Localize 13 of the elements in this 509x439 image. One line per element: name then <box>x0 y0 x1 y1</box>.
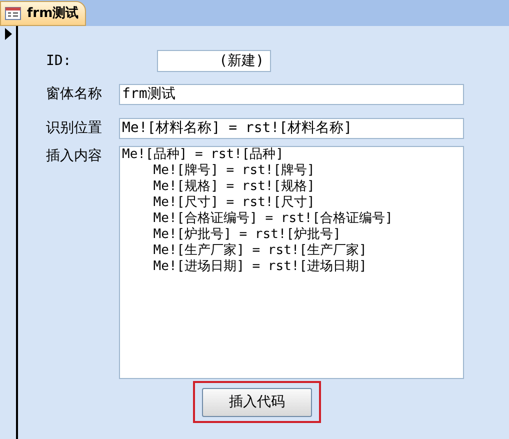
field-label: 识别位置 <box>46 118 103 138</box>
id-field[interactable]: (新建) <box>157 50 271 72</box>
form-tab[interactable]: frm测试 <box>0 1 86 26</box>
field-label: 窗体名称 <box>46 84 103 104</box>
form-icon <box>5 7 21 20</box>
text-field[interactable]: frm测试 <box>119 84 464 104</box>
field-label: 插入内容 <box>46 147 103 166</box>
tab-title: frm测试 <box>27 4 79 23</box>
text-field[interactable]: Me![材料名称] = rst![材料名称] <box>119 118 464 138</box>
code-text-area[interactable]: Me![品种] = rst![品种] Me![牌号] = rst![牌号] Me![规格] = rst![规格] Me![尺寸] = rst![尺寸] Me![合格证编号] = rst![合格证编号] Me![炉批号] = rst![炉批号] Me![生产厂家] = rst![生产厂家] Me![进场日期] = rst![进场日期] <box>119 146 464 379</box>
current-record-icon <box>5 28 12 40</box>
field-label: ID: <box>46 52 72 70</box>
insert-code-button[interactable]: 插入代码 <box>202 388 312 416</box>
